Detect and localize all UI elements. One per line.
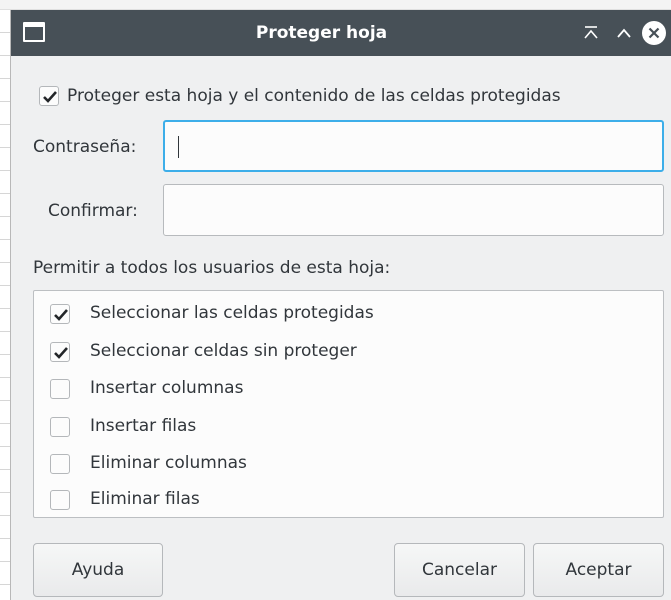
confirm-label: Confirmar:	[48, 201, 138, 221]
password-label: Contraseña:	[33, 137, 137, 157]
keep-above-icon[interactable]	[579, 21, 603, 45]
password-field[interactable]	[163, 120, 664, 172]
list-item[interactable]: Insertar columnas	[34, 372, 663, 408]
permissions-heading: Permitir a todos los usuarios de esta ho…	[33, 258, 391, 278]
permission-checkbox[interactable]	[50, 490, 70, 510]
permissions-list[interactable]: Seleccionar las celdas protegidas Selecc…	[33, 290, 664, 518]
permission-checkbox[interactable]	[50, 304, 70, 324]
permission-label: Insertar filas	[90, 416, 197, 436]
checkmark-icon	[54, 347, 68, 359]
list-item[interactable]: Insertar filas	[34, 410, 663, 446]
background-spreadsheet-strip	[0, 0, 671, 10]
ok-button[interactable]: Aceptar	[533, 543, 664, 597]
dialog-content: Proteger esta hoja y el contenido de las…	[11, 56, 671, 600]
confirm-field[interactable]	[163, 184, 664, 236]
list-item[interactable]: Eliminar filas	[34, 483, 663, 519]
list-item[interactable]: Eliminar columnas	[34, 447, 663, 483]
permission-label: Seleccionar las celdas protegidas	[90, 303, 374, 323]
checkmark-icon	[54, 309, 68, 321]
chevron-up-icon[interactable]	[612, 21, 636, 45]
checkmark-icon	[43, 91, 57, 103]
permission-checkbox[interactable]	[50, 342, 70, 362]
permission-label: Insertar columnas	[90, 378, 244, 398]
password-input[interactable]	[165, 122, 662, 170]
close-icon[interactable]	[642, 21, 666, 45]
protect-sheet-dialog: Proteger hoja Proteger esta hoja y el co…	[10, 10, 671, 600]
list-item[interactable]: Seleccionar celdas sin proteger	[34, 335, 663, 371]
permission-checkbox[interactable]	[50, 379, 70, 399]
permission-checkbox[interactable]	[50, 417, 70, 437]
dialog-title: Proteger hoja	[255, 23, 388, 43]
background-spreadsheet-edge	[0, 10, 10, 600]
permission-label: Seleccionar celdas sin proteger	[90, 341, 357, 361]
protect-sheet-checkbox[interactable]	[39, 86, 59, 106]
list-item[interactable]: Seleccionar las celdas protegidas	[34, 297, 663, 333]
cancel-button[interactable]: Cancelar	[394, 543, 525, 597]
protect-sheet-label: Proteger esta hoja y el contenido de las…	[67, 86, 561, 106]
text-caret	[178, 136, 179, 158]
confirm-input[interactable]	[164, 185, 663, 235]
permission-checkbox[interactable]	[50, 454, 70, 474]
permission-label: Eliminar filas	[90, 489, 200, 509]
title-bar[interactable]: Proteger hoja	[11, 10, 671, 56]
permission-label: Eliminar columnas	[90, 453, 247, 473]
help-button[interactable]: Ayuda	[33, 543, 163, 597]
